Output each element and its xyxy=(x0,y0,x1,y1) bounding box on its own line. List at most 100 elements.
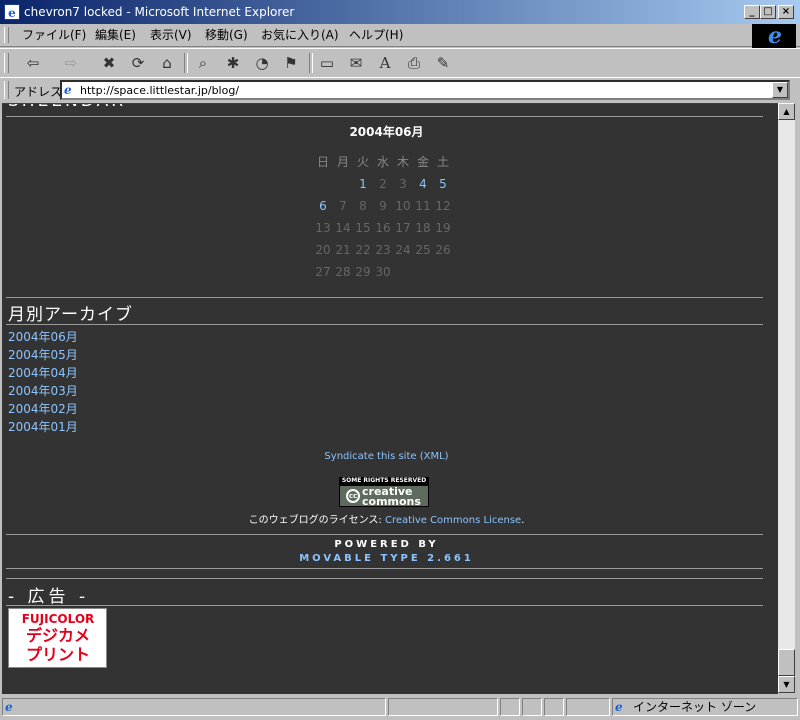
ad-section-title: - 広告 - xyxy=(8,587,90,607)
divider xyxy=(6,568,763,569)
license-notice: このウェブログのライセンス: Creative Commons License. xyxy=(8,511,765,526)
status-text-pane: e xyxy=(2,698,386,716)
menu-help[interactable]: ヘルプ(H) xyxy=(349,28,403,42)
divider xyxy=(6,605,763,606)
status-pane xyxy=(544,698,564,716)
archive-link[interactable]: 2004年02月 xyxy=(8,401,78,417)
calendar-day: 22 xyxy=(355,243,371,257)
menu-favorites[interactable]: お気に入り(A) xyxy=(261,28,339,42)
toolbar-separator xyxy=(184,53,188,73)
back-icon[interactable]: ⇦ xyxy=(22,53,44,73)
archive-link[interactable]: 2004年03月 xyxy=(8,383,78,399)
archive-section-title: 月別アーカイブ xyxy=(8,305,133,325)
calendar-weekday: 水 xyxy=(376,155,389,169)
minimize-button[interactable]: _ xyxy=(744,5,760,19)
calendar-day: 23 xyxy=(375,243,391,257)
toolbar-grip[interactable] xyxy=(4,53,9,73)
calendar-day: 17 xyxy=(395,221,411,235)
address-dropdown-button[interactable]: ▼ xyxy=(772,82,788,98)
address-label: アドレス xyxy=(14,85,63,99)
archive-link[interactable]: 2004年05月 xyxy=(8,347,78,363)
cc-rights-text: SOME RIGHTS RESERVED xyxy=(339,477,429,485)
page-status-icon: e xyxy=(5,700,13,714)
cc-logo: cc creative commons xyxy=(339,485,429,507)
calendar-weekday: 月 xyxy=(336,155,349,169)
ad-banner-line: デジカメ xyxy=(25,626,90,645)
font-icon[interactable]: A xyxy=(374,53,396,73)
archive-link[interactable]: 2004年06月 xyxy=(8,329,78,345)
calendar-day: 14 xyxy=(335,221,351,235)
calendar-day: 12 xyxy=(435,199,451,213)
calendar-day: 29 xyxy=(355,265,371,279)
menu-view[interactable]: 表示(V) xyxy=(150,28,192,42)
scroll-up-button[interactable]: ▲ xyxy=(778,103,795,120)
menu-bar: ファイル(F) 編集(E) 表示(V) 移動(G) お気に入り(A) ヘルプ(H… xyxy=(0,24,800,47)
history-icon[interactable]: ◔ xyxy=(251,53,273,73)
search-icon[interactable]: ⌕ xyxy=(192,53,214,73)
movable-type-link[interactable]: MOVABLE TYPE 2.661 xyxy=(8,553,765,564)
menu-file[interactable]: ファイル(F) xyxy=(22,28,86,42)
page-viewport: SHEENDAR 2004年06月 日 月 火 水 木 金 土 1 2 3 4 … xyxy=(2,103,778,694)
calendar-weekday: 日 xyxy=(316,155,329,169)
menubar-grip[interactable] xyxy=(4,27,9,43)
creative-commons-badge[interactable]: SOME RIGHTS RESERVED cc creative commons xyxy=(339,477,429,508)
favorites-icon[interactable]: ✱ xyxy=(222,53,244,73)
close-button[interactable]: × xyxy=(778,5,794,19)
mail-icon[interactable]: ✉ xyxy=(345,53,367,73)
menu-edit[interactable]: 編集(E) xyxy=(95,28,136,42)
cc-word-commons: commons xyxy=(362,495,421,508)
calendar-day: 19 xyxy=(435,221,451,235)
calendar-day: 25 xyxy=(415,243,431,257)
fujicolor-ad-banner[interactable]: FUJICOLOR デジカメ プリント xyxy=(8,608,107,668)
calendar-section-title: SHEENDAR xyxy=(8,104,126,111)
standard-toolbar: ⇦ ⇨ ✖ ⟳ ⌂ ⌕ ✱ ◔ ⚑ ▭ ✉ A ⎙ ✎ xyxy=(0,48,800,78)
edit-icon[interactable]: ✎ xyxy=(432,53,454,73)
refresh-icon[interactable]: ⟳ xyxy=(127,53,149,73)
calendar-weekday: 木 xyxy=(396,155,409,169)
archive-link[interactable]: 2004年04月 xyxy=(8,365,78,381)
scroll-down-button[interactable]: ▼ xyxy=(778,676,795,693)
vertical-scrollbar[interactable]: ▲ ▼ xyxy=(778,103,795,693)
scroll-thumb[interactable] xyxy=(778,649,795,676)
syndicate-link[interactable]: Syndicate this site (XML) xyxy=(8,451,765,462)
divider xyxy=(6,116,763,117)
zone-label: インターネット ゾーン xyxy=(633,700,757,714)
stop-icon[interactable]: ✖ xyxy=(98,53,120,73)
license-suffix: . xyxy=(521,515,525,526)
internet-zone-icon: e xyxy=(615,700,623,714)
page-icon: e xyxy=(64,83,72,97)
addressbar-grip[interactable] xyxy=(4,81,9,99)
address-field[interactable]: e ▼ xyxy=(60,80,790,100)
calendar-day-link[interactable]: 6 xyxy=(313,198,333,214)
calendar-day: 11 xyxy=(415,199,431,213)
print-icon[interactable]: ⎙ xyxy=(403,53,425,73)
channels-icon[interactable]: ⚑ xyxy=(280,53,302,73)
address-input[interactable] xyxy=(80,82,760,98)
calendar-day-link[interactable]: 4 xyxy=(413,176,433,192)
calendar-day: 8 xyxy=(359,199,367,213)
calendar-day-link[interactable]: 1 xyxy=(353,176,373,192)
cc-icon: cc xyxy=(346,489,360,503)
ad-banner-brand: FUJICOLOR xyxy=(21,612,95,626)
calendar-day: 13 xyxy=(315,221,331,235)
archive-link[interactable]: 2004年01月 xyxy=(8,419,78,435)
forward-icon[interactable]: ⇨ xyxy=(60,53,82,73)
home-icon[interactable]: ⌂ xyxy=(156,53,178,73)
calendar-day: 20 xyxy=(315,243,331,257)
calendar-day: 15 xyxy=(355,221,371,235)
divider xyxy=(6,324,763,325)
title-bar: e chevron7 locked - Microsoft Internet E… xyxy=(0,0,800,24)
calendar-day: 2 xyxy=(379,177,387,191)
window-title: chevron7 locked - Microsoft Internet Exp… xyxy=(24,5,295,19)
status-pane xyxy=(522,698,542,716)
calendar-day: 27 xyxy=(315,265,331,279)
ie-throbber: e xyxy=(752,24,796,48)
calendar-day: 7 xyxy=(339,199,347,213)
calendar-day: 28 xyxy=(335,265,351,279)
maximize-button[interactable]: □ xyxy=(760,5,776,19)
fullscreen-icon[interactable]: ▭ xyxy=(316,53,338,73)
calendar-day: 26 xyxy=(435,243,451,257)
license-link[interactable]: Creative Commons License xyxy=(385,515,521,526)
calendar-day-link[interactable]: 5 xyxy=(433,176,453,192)
menu-go[interactable]: 移動(G) xyxy=(205,28,248,42)
